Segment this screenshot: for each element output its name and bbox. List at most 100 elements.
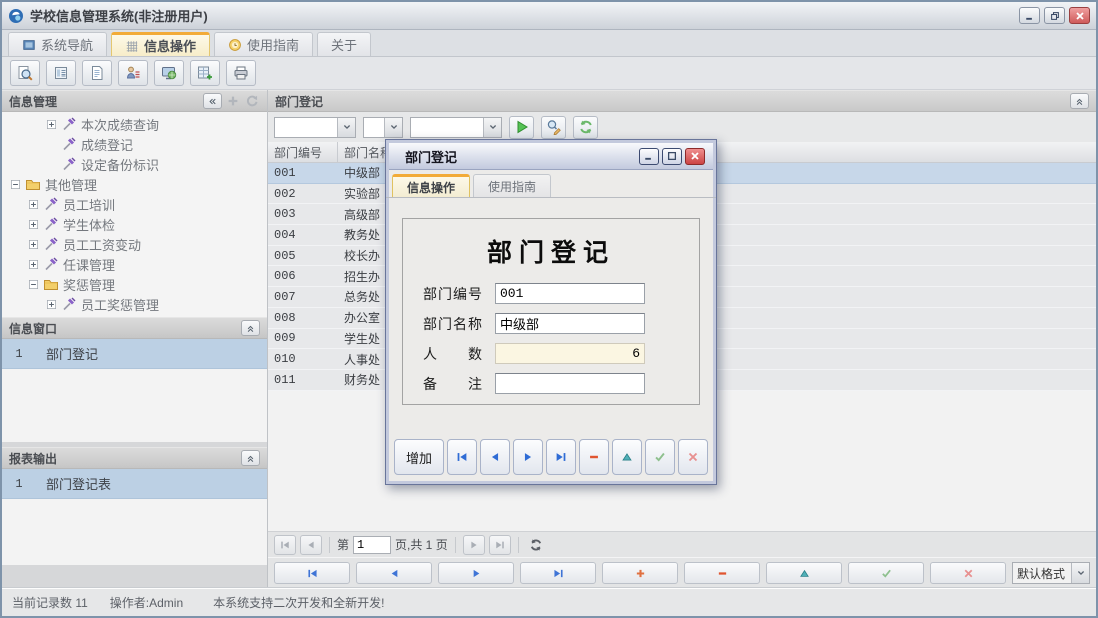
dept-name-field[interactable]	[495, 313, 645, 334]
toolbar-table-add-button[interactable]	[190, 60, 220, 86]
list-item-index: 1	[2, 477, 36, 491]
nav-edit-button[interactable]	[766, 562, 842, 584]
refresh-button[interactable]	[573, 116, 598, 139]
dialog-tab-info-operate[interactable]: 信息操作	[392, 174, 470, 197]
page-first-button[interactable]	[274, 535, 296, 555]
nav-delete-button[interactable]	[684, 562, 760, 584]
minimize-button[interactable]	[1019, 7, 1040, 24]
dialog-nav-prior-button[interactable]	[480, 439, 510, 475]
restore-button[interactable]	[1044, 7, 1065, 24]
toolbar-form-button[interactable]	[46, 60, 76, 86]
main-tabstrip: 系统导航信息操作 使用指南关于	[2, 30, 1096, 57]
dialog-nav-delete-button[interactable]	[579, 439, 609, 475]
expand-minus-icon[interactable]	[10, 179, 21, 190]
edit-query-button[interactable]	[541, 116, 566, 139]
dialog-tab-usage-guide[interactable]: 使用指南	[473, 174, 551, 197]
nav-first-button[interactable]	[274, 562, 350, 584]
format-select-value[interactable]: 默认格式	[1013, 563, 1071, 583]
remark-field[interactable]	[495, 373, 645, 394]
dept-code-field[interactable]	[495, 283, 645, 304]
nav-insert-button[interactable]	[602, 562, 678, 584]
dialog-nav-cancel-button[interactable]	[678, 439, 708, 475]
tree-item-staff-training[interactable]: 员工培训	[2, 194, 267, 214]
toolbar-monitor-button[interactable]	[154, 60, 184, 86]
filter-field-chevron-button[interactable]	[337, 118, 355, 137]
toolbar-search-button[interactable]	[10, 60, 40, 86]
dialog-close-button[interactable]	[685, 148, 705, 165]
filter-operator-chevron-button[interactable]	[384, 118, 402, 137]
dialog-nav-last-button[interactable]	[546, 439, 576, 475]
tab-about[interactable]: 关于	[317, 32, 371, 56]
nav-prior-button[interactable]	[356, 562, 432, 584]
page-prev-button[interactable]	[300, 535, 322, 555]
page-next-button[interactable]	[463, 535, 485, 555]
nav-cancel-button[interactable]	[930, 562, 1006, 584]
panel-header-info-manage: 信息管理	[2, 90, 267, 112]
filter-operator-combo	[363, 117, 403, 138]
dialog-nav-first-button[interactable]	[447, 439, 477, 475]
filter-operator-value[interactable]	[364, 118, 384, 137]
expand-minus-icon[interactable]	[28, 279, 39, 290]
page-last-button[interactable]	[489, 535, 511, 555]
collapse-content-button[interactable]	[1070, 93, 1089, 109]
tab-system-nav[interactable]: 系统导航	[8, 32, 107, 56]
filter-value-chevron-button[interactable]	[483, 118, 501, 137]
pager-refresh-button[interactable]	[526, 535, 546, 555]
db-navigator-toolbar: 默认格式	[268, 557, 1096, 588]
dialog-body: 部门登记 部门编号部门名称人 数备 注	[386, 198, 716, 436]
table-add-icon	[197, 65, 213, 81]
nav-last-button[interactable]	[520, 562, 596, 584]
dialog-tabstrip: 信息操作使用指南	[386, 173, 716, 198]
tree-item-staff-reward[interactable]: 员工奖惩管理	[2, 294, 267, 314]
toolbar-document-button[interactable]	[82, 60, 112, 86]
chevron-down-icon	[487, 121, 499, 133]
dialog-nav-next-button[interactable]	[513, 439, 543, 475]
minimize-icon	[1024, 10, 1036, 22]
expand-plus-icon[interactable]	[28, 219, 39, 230]
dialog-maximize-button[interactable]	[662, 148, 682, 165]
refresh-tree-button[interactable]	[244, 93, 260, 109]
toolbar-printer-button[interactable]	[226, 60, 256, 86]
add-button[interactable]	[225, 93, 241, 109]
dialog-nav-post-button[interactable]	[645, 439, 675, 475]
filter-value-value[interactable]	[411, 118, 483, 137]
tree-item-score-register[interactable]: 成绩登记	[2, 134, 267, 154]
close-button[interactable]	[1069, 7, 1090, 24]
expand-plus-icon[interactable]	[28, 239, 39, 250]
page-number-input[interactable]	[353, 536, 391, 554]
tree-item-other-manage[interactable]: 其他管理	[2, 174, 267, 194]
next-icon	[470, 567, 483, 580]
dialog-minimize-button[interactable]	[639, 148, 659, 165]
toolbar-personnel-button[interactable]	[118, 60, 148, 86]
tree-item-score-query[interactable]: 本次成绩查询	[2, 114, 267, 134]
run-query-button[interactable]	[509, 116, 534, 139]
collapse-sidebar-button[interactable]	[203, 93, 222, 109]
expand-plus-icon[interactable]	[46, 299, 57, 310]
report-output-item[interactable]: 1部门登记表	[2, 469, 267, 499]
collapse-report-output-button[interactable]	[241, 450, 260, 466]
nav-next-button[interactable]	[438, 562, 514, 584]
tab-info-operate[interactable]: 信息操作	[111, 32, 210, 56]
expand-plus-icon[interactable]	[28, 199, 39, 210]
tool-icon	[43, 216, 59, 232]
restore-icon	[1049, 10, 1061, 22]
tree-item-teaching-manage[interactable]: 任课管理	[2, 254, 267, 274]
tab-label: 使用指南	[247, 35, 299, 54]
nav-post-button[interactable]	[848, 562, 924, 584]
format-select-chevron-button[interactable]	[1071, 563, 1089, 583]
collapse-info-window-button[interactable]	[241, 320, 260, 336]
tree-item-backup-flag[interactable]: 设定备份标识	[2, 154, 267, 174]
expand-plus-icon[interactable]	[28, 259, 39, 270]
tree-item-salary-change[interactable]: 员工工资变动	[2, 234, 267, 254]
dialog-nav-edit-button[interactable]	[612, 439, 642, 475]
info-window-item[interactable]: 1部门登记	[2, 339, 267, 369]
first-icon	[455, 450, 469, 464]
column-header-1[interactable]: 部门编号	[268, 142, 338, 162]
tree-item-student-checkup[interactable]: 学生体检	[2, 214, 267, 234]
add-record-button[interactable]: 增加	[394, 439, 444, 475]
tree-item-reward-manage[interactable]: 奖惩管理	[2, 274, 267, 294]
filter-field-value[interactable]	[275, 118, 337, 137]
tab-usage-guide[interactable]: 使用指南	[214, 32, 313, 56]
prev-page-icon	[305, 539, 317, 551]
expand-plus-icon[interactable]	[46, 119, 57, 130]
